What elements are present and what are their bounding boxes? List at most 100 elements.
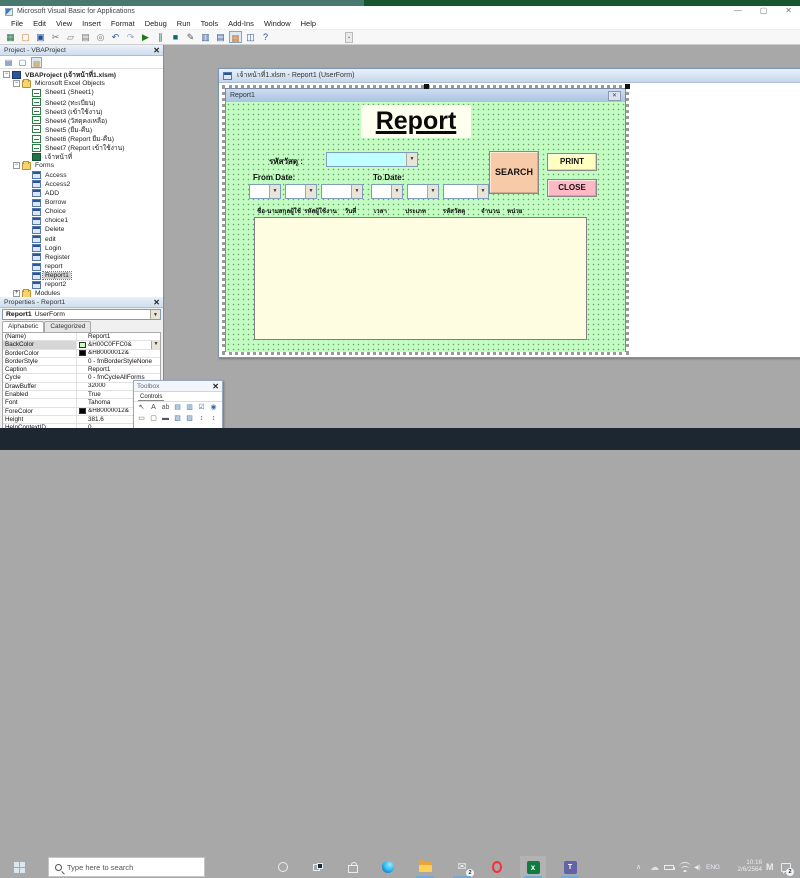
- insert-userform-icon[interactable]: ▢: [19, 31, 32, 43]
- scrollbar-icon[interactable]: ↕: [196, 413, 207, 424]
- menu-item[interactable]: Tools: [196, 19, 224, 28]
- task-view-button[interactable]: [305, 856, 331, 878]
- menu-item[interactable]: File: [6, 19, 28, 28]
- project-tree-form-item[interactable]: Delete: [0, 225, 163, 234]
- minimize-button[interactable]: —: [734, 7, 742, 15]
- properties-window-icon[interactable]: ▤: [214, 31, 227, 43]
- chevron-down-icon[interactable]: ▼: [305, 185, 316, 198]
- object-selector-dropdown[interactable]: Report1UserForm ▼: [2, 309, 161, 320]
- start-button[interactable]: [14, 862, 26, 873]
- menu-item[interactable]: Help: [296, 19, 321, 28]
- chevron-down-icon[interactable]: ▼: [151, 341, 160, 348]
- property-row[interactable]: (Name) Report1 ▼: [3, 333, 160, 341]
- volume-tray-button[interactable]: ◀): [694, 856, 701, 878]
- teams-button[interactable]: T: [557, 856, 583, 878]
- paste-icon[interactable]: ▤: [79, 31, 92, 43]
- chevron-down-icon[interactable]: ▼: [477, 185, 488, 198]
- menu-item[interactable]: View: [51, 19, 77, 28]
- excel-button[interactable]: x: [520, 856, 546, 878]
- project-tree-form-item[interactable]: Report1: [0, 271, 163, 280]
- close-button[interactable]: ✕: [785, 7, 792, 15]
- redo-icon[interactable]: ↷: [124, 31, 137, 43]
- close-form-button[interactable]: CLOSE: [547, 179, 597, 197]
- find-icon[interactable]: ◎: [94, 31, 107, 43]
- project-tree-form-item[interactable]: report: [0, 262, 163, 271]
- collapse-icon[interactable]: −: [13, 162, 20, 169]
- close-toolbox-icon[interactable]: ✕: [212, 381, 219, 392]
- store-button[interactable]: [340, 856, 366, 878]
- excel-objects-folder-item[interactable]: − Microsoft Excel Objects: [0, 79, 163, 88]
- design-mode-icon[interactable]: ✎: [184, 31, 197, 43]
- menu-item[interactable]: Insert: [77, 19, 106, 28]
- properties-tab[interactable]: Categorized: [44, 321, 91, 332]
- opera-button[interactable]: [484, 856, 510, 878]
- break-icon[interactable]: ∥: [154, 31, 167, 43]
- cortana-button[interactable]: [270, 856, 296, 878]
- view-excel-icon[interactable]: ▦: [4, 31, 17, 43]
- tabstrip-icon[interactable]: ▧: [172, 413, 183, 424]
- toolbox-icon[interactable]: ▦: [229, 31, 242, 43]
- toolbar-overflow-handle[interactable]: ▪: [345, 32, 353, 43]
- network-tray-button[interactable]: [679, 856, 691, 878]
- collapse-icon[interactable]: −: [13, 80, 20, 87]
- selection-handle-top[interactable]: [424, 84, 429, 89]
- forms-folder-item[interactable]: − Forms: [0, 161, 163, 170]
- textbox-icon[interactable]: ab: [160, 402, 171, 413]
- menu-item[interactable]: Window: [259, 19, 296, 28]
- language-indicator[interactable]: ENG: [706, 856, 720, 878]
- project-tree-form-item[interactable]: Login: [0, 244, 163, 253]
- run-icon[interactable]: ▶: [139, 31, 152, 43]
- to-year-combobox[interactable]: ▼: [443, 184, 489, 199]
- close-properties-panel-icon[interactable]: ✕: [153, 297, 160, 308]
- action-center-button[interactable]: 2: [781, 856, 791, 878]
- chevron-down-icon[interactable]: ▼: [406, 153, 417, 166]
- project-tree-form-item[interactable]: ADD: [0, 189, 163, 198]
- optionbutton-icon[interactable]: ◉: [208, 402, 219, 413]
- menu-item[interactable]: Debug: [140, 19, 172, 28]
- togglebutton-icon[interactable]: ▭: [136, 413, 147, 424]
- from-month-combobox[interactable]: ▼: [285, 184, 317, 199]
- project-panel-header[interactable]: Project - VBAProject ✕: [0, 45, 163, 56]
- collapse-icon[interactable]: −: [3, 71, 10, 78]
- cut-icon[interactable]: ✂: [49, 31, 62, 43]
- project-tree-form-item[interactable]: Access: [0, 171, 163, 180]
- spinbutton-icon[interactable]: ↕: [208, 413, 219, 424]
- chevron-down-icon[interactable]: ▼: [351, 185, 362, 198]
- object-browser-icon[interactable]: ◫: [244, 31, 257, 43]
- selection-handle-top-right[interactable]: [625, 84, 630, 89]
- userform-close-icon[interactable]: ✕: [608, 91, 621, 101]
- toolbox-controls-tab[interactable]: Controls: [134, 392, 222, 402]
- report-heading-label[interactable]: Report: [361, 105, 471, 138]
- project-tree-form-item[interactable]: Borrow: [0, 198, 163, 207]
- edge-button[interactable]: [375, 856, 401, 878]
- property-row[interactable]: BackColor &H00C0FFC0& ▼: [3, 341, 160, 349]
- properties-panel-header[interactable]: Properties - Report1 ✕: [0, 297, 163, 308]
- listbox-icon[interactable]: ▥: [184, 402, 195, 413]
- toolbox-title-bar[interactable]: Toolbox ✕: [134, 381, 222, 392]
- project-tree-form-item[interactable]: Register: [0, 253, 163, 262]
- chevron-down-icon[interactable]: ▼: [427, 185, 438, 198]
- label-icon[interactable]: A: [148, 402, 159, 413]
- project-tree-form-item[interactable]: edit: [0, 235, 163, 244]
- close-project-panel-icon[interactable]: ✕: [153, 45, 160, 56]
- tray-app-m-button[interactable]: M: [766, 856, 774, 878]
- to-month-combobox[interactable]: ▼: [407, 184, 439, 199]
- toggle-folders-icon[interactable]: ▦: [31, 57, 42, 68]
- clock[interactable]: 10:16 2/6/2564: [728, 856, 762, 878]
- menu-item[interactable]: Run: [172, 19, 196, 28]
- help-icon[interactable]: ?: [259, 31, 272, 43]
- combobox-icon[interactable]: ▤: [172, 402, 183, 413]
- userform-design[interactable]: Report1 ✕ Report รหัสวัสดุ : ▼ From Date…: [225, 88, 626, 352]
- multipage-icon[interactable]: ▨: [184, 413, 195, 424]
- reset-icon[interactable]: ■: [169, 31, 182, 43]
- properties-tab[interactable]: Alphabetic: [2, 321, 44, 332]
- maximize-button[interactable]: ▢: [760, 7, 768, 15]
- modules-folder-item[interactable]: + Modules: [0, 289, 163, 297]
- results-listbox[interactable]: [254, 217, 587, 340]
- view-code-icon[interactable]: ▤: [3, 57, 14, 68]
- menu-item[interactable]: Edit: [28, 19, 51, 28]
- property-row[interactable]: BorderColor &H80000012& ▼: [3, 350, 160, 358]
- project-tree-sheet-item[interactable]: Sheet7 (Report เข้าใช้งาน): [0, 143, 163, 152]
- property-row[interactable]: BorderStyle 0 - fmBorderStyleNone ▼: [3, 358, 160, 366]
- mail-button[interactable]: ✉ 2: [449, 856, 475, 878]
